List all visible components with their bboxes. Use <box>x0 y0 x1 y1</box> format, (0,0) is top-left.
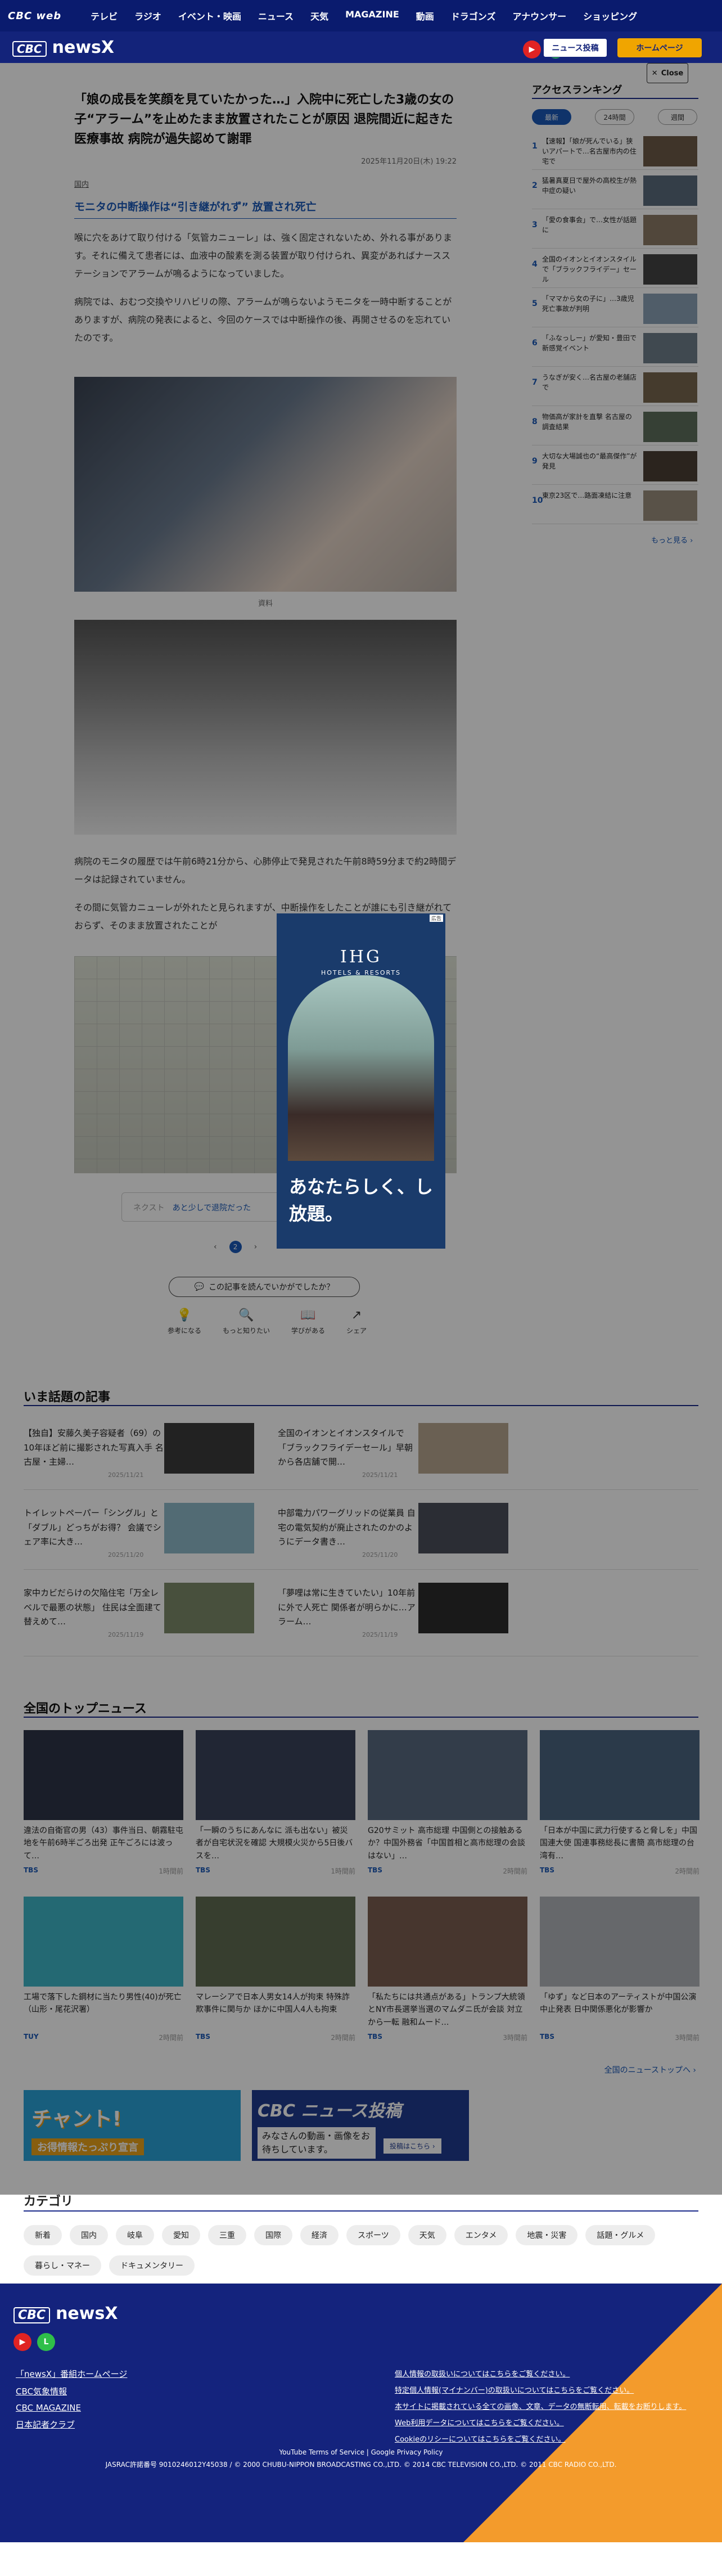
ad-badge: 広告 <box>429 915 443 922</box>
ad-copy: あなたらしく、し放題。 <box>289 1176 434 1224</box>
homepage-button[interactable]: ホームページ <box>617 38 702 57</box>
terms-links[interactable]: YouTube Terms of Service | Google Privac… <box>0 2447 722 2459</box>
policy-link[interactable]: 特定個人情報(マイナンバー)の取扱いについてはこちらをご覧ください。 <box>395 2384 686 2395</box>
newsx-logo[interactable]: CBC newsX <box>12 38 114 57</box>
category-chip[interactable]: 岐阜 <box>116 2225 154 2245</box>
category-chip[interactable]: スポーツ <box>346 2225 400 2245</box>
policy-link[interactable]: 本サイトに掲載されている全ての画像、文章、データの無断転用、転載をお断りします。 <box>395 2401 686 2411</box>
category-chip[interactable]: エンタメ <box>454 2225 508 2245</box>
footer-legal: YouTube Terms of Service | Google Privac… <box>0 2447 722 2471</box>
nav-item-dragons[interactable]: ドラゴンズ <box>451 9 496 22</box>
nav-item-news[interactable]: ニュース <box>258 9 294 22</box>
nav-item-announcer[interactable]: アナウンサー <box>512 9 566 22</box>
category-chip[interactable]: 三重 <box>208 2225 246 2245</box>
policy-link[interactable]: 個人情報の取扱いについてはこちらをご覧ください。 <box>395 2368 686 2379</box>
nav-item-shopping[interactable]: ショッピング <box>583 9 637 22</box>
ihg-advertisement[interactable]: 広告 IHG HOTELS & RESORTS あなたらしく、し放題。 <box>277 913 445 1249</box>
ad-photo <box>288 975 434 1161</box>
category-divider <box>24 2210 698 2212</box>
category-chip[interactable]: 愛知 <box>162 2225 200 2245</box>
footer-links: 「newsX」番組ホームページ CBC気象情報 CBC MAGAZINE 日本記… <box>16 2368 127 2430</box>
category-chip[interactable]: 天気 <box>408 2225 446 2245</box>
category-chip[interactable]: 暮らし・マネー <box>24 2255 101 2276</box>
cbc-web-logo[interactable]: CBC web <box>8 10 61 22</box>
nav-item-magazine[interactable]: MAGAZINE <box>345 9 399 22</box>
nav-item-event[interactable]: イベント・映画 <box>178 9 241 22</box>
policy-link[interactable]: Web利用データについてはこちらをご覧ください。 <box>395 2417 686 2428</box>
nav-item-tv[interactable]: テレビ <box>91 9 118 22</box>
youtube-icon[interactable]: ▶ <box>523 40 541 58</box>
category-chip[interactable]: 経済 <box>300 2225 339 2245</box>
top-navigation: CBC web テレビ ラジオ イベント・映画 ニュース 天気 MAGAZINE… <box>0 0 722 31</box>
nav-item-weather[interactable]: 天気 <box>310 9 328 22</box>
footer-link[interactable]: 日本記者クラブ <box>16 2419 127 2430</box>
footer-link[interactable]: CBC MAGAZINE <box>16 2403 127 2413</box>
footer-policy-links: 個人情報の取扱いについてはこちらをご覧ください。 特定個人情報(マイナンバー)の… <box>395 2368 686 2444</box>
category-chip[interactable]: 新着 <box>24 2225 62 2245</box>
category-chip[interactable]: 話題・グルメ <box>585 2225 656 2245</box>
footer: CBC newsX ▶ L 「newsX」番組ホームページ CBC気象情報 CB… <box>0 2284 722 2542</box>
category-chips: 新着 国内 岐阜 愛知 三重 国際 経済 スポーツ 天気 エンタメ 地震・災害 … <box>24 2225 698 2276</box>
footer-link[interactable]: 「newsX」番組ホームページ <box>16 2368 127 2380</box>
youtube-icon[interactable]: ▶ <box>13 2333 31 2351</box>
category-chip[interactable]: 国内 <box>70 2225 108 2245</box>
news-post-button[interactable]: ニュース投稿 <box>543 38 607 57</box>
copyright: JASRAC許諾番号 9010246012Y45038 / © 2000 CHU… <box>105 2460 617 2469</box>
footer-social: ▶ L <box>13 2333 55 2351</box>
category-chip[interactable]: 国際 <box>254 2225 292 2245</box>
footer-logo[interactable]: CBC newsX <box>13 2304 118 2323</box>
category-chip[interactable]: ドキュメンタリー <box>109 2255 195 2276</box>
nav-item-radio[interactable]: ラジオ <box>134 9 161 22</box>
policy-link[interactable]: Cookieのリシーについてはこちらをご覧ください。 <box>395 2433 686 2444</box>
nav-item-video[interactable]: 動画 <box>416 9 434 22</box>
line-icon[interactable]: L <box>37 2333 55 2351</box>
main-nav: テレビ ラジオ イベント・映画 ニュース 天気 MAGAZINE 動画 ドラゴン… <box>91 9 637 22</box>
footer-link[interactable]: CBC気象情報 <box>16 2385 127 2397</box>
ihg-logo: IHG <box>340 947 382 967</box>
newsx-header: CBC newsX <box>0 31 722 63</box>
category-chip[interactable]: 地震・災害 <box>516 2225 578 2245</box>
